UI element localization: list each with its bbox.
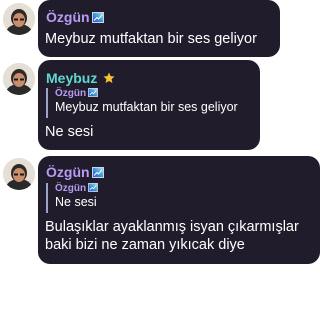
reply-quote[interactable]: Özgün Ne sesi xyxy=(46,183,98,213)
reply-text: Ne sesi xyxy=(55,195,97,209)
message-text-line-2: baki bizi ne zaman yıkıcak diye xyxy=(45,237,245,253)
gradient-badge-icon xyxy=(88,88,98,97)
reply-quote[interactable]: Özgün Meybuz mutfaktan bir ses geliyor xyxy=(46,88,238,118)
message-bubble-1: Özgün Meybuz mutfaktan bir ses geliyor xyxy=(38,0,280,57)
author-name[interactable]: Özgün xyxy=(46,9,104,25)
reply-author: Özgün xyxy=(55,88,238,100)
author-name-text: Özgün xyxy=(46,9,90,25)
reply-author-text: Özgün xyxy=(55,88,87,99)
message-bubble-2: Meybuz Özgün Meybuz mutfaktan bir ses ge… xyxy=(38,60,260,150)
reply-author-text: Özgün xyxy=(55,183,87,194)
message-bubble-3: Özgün Özgün Ne sesi Bulaşıklar ayaklanmı… xyxy=(38,156,320,264)
gradient-badge-icon xyxy=(92,167,104,178)
author-name-text: Özgün xyxy=(46,164,90,180)
reply-author: Özgün xyxy=(55,183,98,195)
message-text: Meybuz mutfaktan bir ses geliyor xyxy=(45,31,257,47)
author-name[interactable]: Meybuz xyxy=(46,70,115,86)
gradient-badge-icon xyxy=(88,183,98,192)
avatar-ozgun[interactable] xyxy=(3,158,35,190)
message-text: Ne sesi xyxy=(45,124,94,140)
avatar-ozgun[interactable] xyxy=(3,3,35,35)
gradient-badge-icon xyxy=(92,12,104,23)
message-text-line-1: Bulaşıklar ayaklanmış isyan çıkarmışlar xyxy=(45,219,299,235)
avatar-meybuz[interactable] xyxy=(3,63,35,95)
star-icon xyxy=(103,72,115,83)
reply-text: Meybuz mutfaktan bir ses geliyor xyxy=(55,100,238,114)
author-name-text: Meybuz xyxy=(46,70,98,86)
author-name[interactable]: Özgün xyxy=(46,164,104,180)
